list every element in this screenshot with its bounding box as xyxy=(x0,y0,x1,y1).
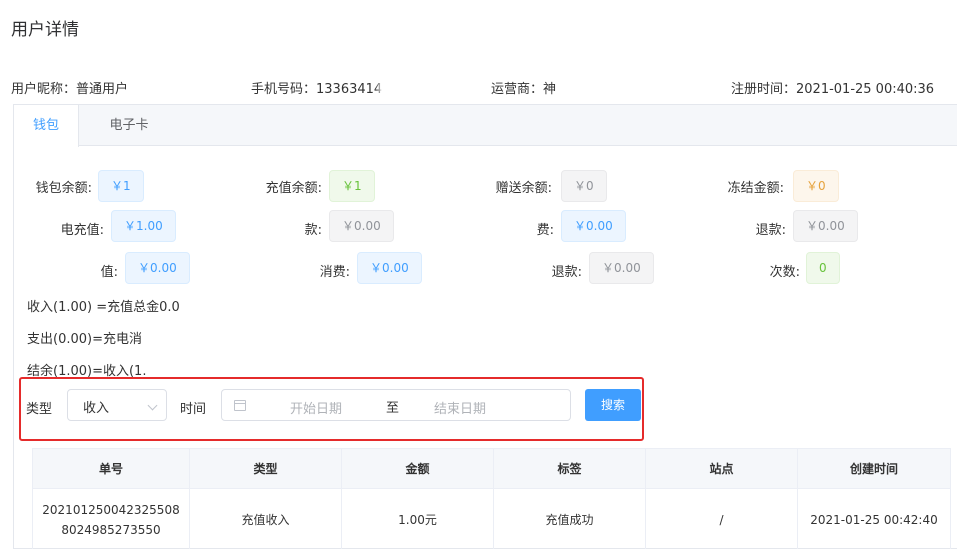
tab-wallet[interactable]: 钱包 xyxy=(14,105,79,147)
type-label: 类型 xyxy=(26,402,53,417)
user-nickname: 用户昵称：普通用户 xyxy=(11,82,129,97)
frozen-amount-value: ￥0 xyxy=(793,170,839,202)
gift-balance-value: ￥0 xyxy=(561,170,607,202)
chevron-down-icon xyxy=(147,400,158,411)
cell-type: 充值收入 xyxy=(189,488,342,549)
search-button[interactable]: 搜索 xyxy=(585,389,641,421)
row2-item3-value: ￥0.00 xyxy=(561,210,626,242)
time-label: 时间 xyxy=(180,402,207,417)
cell-site: / xyxy=(645,488,798,549)
frozen-amount-label: 冻结金额: xyxy=(727,181,784,196)
tab-ecard[interactable]: 电子卡 xyxy=(79,105,179,146)
income-formula: 收入(1.00) =充值总金0.0 xyxy=(27,300,180,315)
expense-formula: 支出(0.00)=充电消 xyxy=(27,332,142,347)
cell-tag: 充值成功 xyxy=(493,488,646,549)
header-site: 站点 xyxy=(645,448,798,489)
cell-created-time: 2021-01-25 00:42:40 xyxy=(797,488,951,549)
cell-amount: 1.00元 xyxy=(341,488,494,549)
range-separator: 至 xyxy=(386,401,400,416)
header-tag: 标签 xyxy=(493,448,646,489)
cell-order-no: 2021012500423255088024985273550 xyxy=(32,488,190,549)
gift-balance-label: 赠送余额: xyxy=(495,181,552,196)
type-select[interactable]: 收入 xyxy=(67,389,167,421)
header-order-no: 单号 xyxy=(32,448,190,489)
end-date-input[interactable]: 结束日期 xyxy=(434,398,486,417)
header-created-time: 创建时间 xyxy=(797,448,951,489)
row3-item4-value: 0 xyxy=(806,252,840,284)
row3-item3-label: 退款: xyxy=(551,265,582,280)
row3-item3-value: ￥0.00 xyxy=(589,252,654,284)
start-date-input[interactable]: 开始日期 xyxy=(290,398,342,417)
user-phone: 手机号码：13363414 xyxy=(251,82,383,97)
row3-item1-label: 值: xyxy=(100,265,118,280)
recharge-balance-value: ￥1 xyxy=(329,170,375,202)
recharge-balance-label: 充值余额: xyxy=(265,181,322,196)
wallet-balance-value: ￥1 xyxy=(98,170,144,202)
user-operator: 运营商：神 xyxy=(491,82,557,97)
row2-item4-value: ￥0.00 xyxy=(793,210,858,242)
header-amount: 金额 xyxy=(341,448,494,489)
header-type: 类型 xyxy=(189,448,342,489)
calendar-icon xyxy=(234,400,246,411)
table-row: 2021012500423255088024985273550 充值收入 1.0… xyxy=(32,488,951,549)
row2-item4-label: 退款: xyxy=(755,223,786,238)
date-range-picker[interactable]: 开始日期 至 结束日期 xyxy=(221,389,571,421)
table-header-row: 单号 类型 金额 标签 站点 创建时间 xyxy=(32,448,951,489)
page-title: 用户详情 xyxy=(11,20,79,40)
wallet-balance-label: 钱包余额: xyxy=(35,181,92,196)
type-select-value: 收入 xyxy=(83,401,110,416)
row3-item1-value: ￥0.00 xyxy=(125,252,190,284)
row2-item2-value: ￥0.00 xyxy=(329,210,394,242)
records-table: 单号 类型 金额 标签 站点 创建时间 20210125004232550880… xyxy=(32,448,951,549)
row2-item1-label: 电充值: xyxy=(60,223,104,238)
tab-bar: 钱包 电子卡 xyxy=(14,105,957,147)
row2-item1-value: ￥1.00 xyxy=(111,210,176,242)
user-register-time: 注册时间：2021-01-25 00:40:36 xyxy=(731,82,935,97)
row3-item2-value: ￥0.00 xyxy=(357,252,422,284)
